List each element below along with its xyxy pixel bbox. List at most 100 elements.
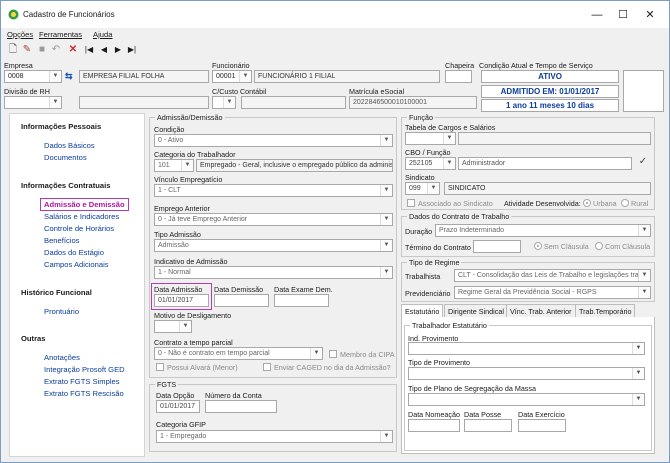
new-icon[interactable]: 🗋 [6,43,20,57]
estatutario-group-title: Trabalhador Estatutário [410,321,489,330]
com-clausula-radio[interactable] [595,242,603,250]
motivo-desligamento-label: Motivo de Desligamento [154,311,232,320]
contrato-parcial-value: 0 - Não é contrato em tempo parcial [158,350,270,357]
chevron-down-icon: ▼ [632,343,644,354]
cbo-desc-field[interactable]: Administrador [458,157,632,170]
maximize-button[interactable]: ☐ [610,7,636,23]
categoria-code-select[interactable]: 101 ▼ [154,159,194,172]
chevron-down-icon: ▼ [638,225,650,236]
condicao-select[interactable]: 0 - Ativo ▼ [154,134,393,147]
duracao-select[interactable]: Prazo Indeterminado ▼ [435,224,651,237]
tipo-plano-select[interactable]: ▼ [408,393,645,406]
sidebar-item-dados-basicos[interactable]: Dados Básicos [44,141,95,150]
indicativo-select[interactable]: 1 - Normal ▼ [154,266,393,279]
categoria-gfip-value: 1 - Empregado [160,433,207,440]
cbo-code-select[interactable]: 252105 ▼ [405,157,456,170]
sidebar-item-dados-estagio[interactable]: Dados do Estágio [44,248,104,257]
tipo-admissao-label: Tipo Admissão [154,230,201,239]
sidebar-section-informacoes-pessoais: Informações Pessoais [21,122,102,131]
enviar-caged-checkbox[interactable] [263,363,271,371]
funcionario-code-select[interactable]: 00001 ▼ [212,70,252,83]
chevron-down-icon: ▼ [380,240,392,251]
chevron-down-icon: ▼ [239,71,251,82]
sidebar-item-extrato-fgts-rescisao[interactable]: Extrato FGTS Rescisão [44,389,124,398]
chevron-down-icon: ▼ [638,270,650,281]
menu-opcoes[interactable]: Opções [7,30,33,39]
save-icon[interactable]: ■ [35,43,49,57]
sidebar-item-prontuario[interactable]: Prontuário [44,307,79,316]
divisao-label: Divisão de RH [4,87,50,96]
ind-provimento-select[interactable]: ▼ [408,342,645,355]
trabalhista-select[interactable]: CLT - Consolidação das Leis de Trabalho … [454,269,651,282]
divisao-name-field [79,96,209,109]
possui-alvara-checkbox[interactable] [156,363,164,371]
menu-ferramentas[interactable]: Ferramentas [39,30,82,39]
cbo-code-value: 252105 [409,160,433,167]
sidebar-item-extrato-fgts-simples[interactable]: Extrato FGTS Simples [44,377,120,386]
close-button[interactable]: ✕ [637,7,663,23]
categoria-gfip-select[interactable]: 1 - Empregado ▼ [156,430,393,443]
search-employee-icon[interactable]: ⇆ [65,71,77,82]
previdenciario-select[interactable]: Regime Geral da Previdência Social - RGP… [454,286,651,299]
termino-contrato-input[interactable] [473,240,521,253]
rural-radio[interactable] [621,199,629,207]
employee-photo[interactable] [623,70,664,112]
last-record-icon[interactable]: ▶| [125,43,139,57]
empresa-code-select[interactable]: 0008 ▼ [4,70,62,83]
divisao-select[interactable]: ▼ [4,96,62,109]
data-exame-input[interactable] [274,294,329,307]
funcionario-label: Funcionário [212,61,250,70]
tabela-cargos-select[interactable]: ▼ [405,132,456,145]
menu-ajuda[interactable]: Ajuda [93,30,112,39]
sidebar-item-documentos[interactable]: Documentos [44,153,87,162]
indicativo-label: Indicativo de Admissão [154,257,228,266]
tab-vinc-trab-anterior[interactable]: Vínc. Trab. Anterior [506,304,576,318]
tipo-provimento-select[interactable]: ▼ [408,367,645,380]
data-nomeacao-input[interactable] [408,419,460,432]
delete-icon[interactable]: ✕ [66,43,80,57]
first-record-icon[interactable]: |◀ [82,43,96,57]
sem-clausula-radio[interactable] [534,242,542,250]
contrato-parcial-select[interactable]: 0 - Não é contrato em tempo parcial ▼ [154,347,323,360]
data-exercicio-input[interactable] [518,419,566,432]
sidebar-item-anotacoes[interactable]: Anotações [44,353,80,362]
sidebar-item-beneficios[interactable]: Benefícios [44,236,79,245]
motivo-desligamento-select[interactable]: ▼ [154,320,192,333]
sidebar-item-admissao-demissao[interactable]: Admissão e Demissão [40,198,129,211]
data-admissao-input[interactable]: 01/01/2017 [154,294,209,307]
termino-contrato-label: Término do Contrato [405,243,471,252]
title-bar: Cadastro de Funcionários — ☐ ✕ [1,1,669,28]
edit-icon[interactable]: ✎ [20,43,34,57]
numero-conta-label: Número da Conta [205,391,262,400]
minimize-button[interactable]: — [584,7,610,23]
vinculo-select[interactable]: 1 - CLT ▼ [154,184,393,197]
data-opcao-input[interactable]: 01/01/2017 [156,400,200,413]
confirm-check-icon[interactable]: ✓ [635,156,651,170]
urbana-radio[interactable] [583,199,591,207]
tab-trab-temporario[interactable]: Trab.Temporário [575,304,636,318]
associado-sindicato-checkbox[interactable] [407,199,415,207]
tab-dirigente-sindical[interactable]: Dirigente Sindical [444,304,508,318]
custo-select[interactable]: ▼ [212,96,236,109]
previous-record-icon[interactable]: ◀ [97,43,111,57]
data-posse-input[interactable] [464,419,512,432]
sidebar-item-prosoft-ged[interactable]: Integração Prosoft GED [44,365,125,374]
data-demissao-input[interactable] [214,294,269,307]
trabalhista-label: Trabalhista [405,272,441,281]
sindicato-code-select[interactable]: 099 ▼ [405,182,440,195]
numero-conta-input[interactable] [205,400,277,413]
contrato-group-title: Dados do Contrato de Trabalho [407,212,512,221]
membro-cipa-checkbox[interactable] [329,350,337,358]
categoria-desc-field: Empregado - Geral, inclusive o empregado… [196,159,393,172]
sidebar-item-controle-horarios[interactable]: Controle de Horários [44,224,114,233]
sidebar-item-salarios[interactable]: Salários e Indicadores [44,212,119,221]
next-record-icon[interactable]: ▶ [111,43,125,57]
chapeira-input[interactable] [445,70,472,83]
tipo-admissao-select[interactable]: Admissão ▼ [154,239,393,252]
emprego-anterior-select[interactable]: 0 - Já teve Emprego Anterior ▼ [154,213,393,226]
sidebar-item-campos-adicionais[interactable]: Campos Adicionais [44,260,109,269]
undo-icon[interactable]: ↶ [49,43,63,57]
empresa-name-field: EMPRESA FILIAL FOLHA [79,70,209,83]
emprego-anterior-value: 0 - Já teve Emprego Anterior [158,216,248,223]
categoria-gfip-label: Categoria GFIP [156,420,206,429]
